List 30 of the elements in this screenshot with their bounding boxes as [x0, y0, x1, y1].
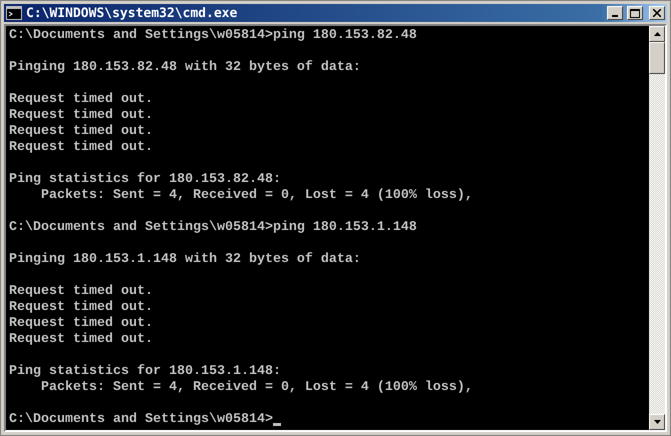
console-line: Request timed out. [9, 316, 153, 332]
scroll-thumb[interactable] [649, 42, 665, 74]
maximize-button[interactable] [627, 6, 643, 20]
close-button[interactable] [649, 6, 665, 20]
console-line: Request timed out. [9, 124, 153, 140]
close-icon [653, 9, 661, 17]
console-line: Ping statistics for 180.153.1.148: [9, 364, 281, 380]
console-line: Request timed out. [9, 300, 153, 316]
up-arrow-icon [654, 32, 660, 36]
scrollbar[interactable] [649, 26, 665, 430]
console-line: C:\Documents and Settings\w05814>ping 180.153.82.48 [9, 28, 417, 44]
window-title: C:\WINDOWS\system32\cmd.exe [26, 6, 238, 20]
scroll-up-button[interactable] [649, 26, 665, 42]
console-line: Request timed out. [9, 108, 153, 124]
maximize-icon [630, 8, 640, 18]
console-line: C:\Documents and Settings\w05814>ping 180.153.1.148 [9, 220, 417, 236]
console-line: Request timed out. [9, 140, 153, 156]
command-prompt: C:\Documents and Settings\w05814> [9, 412, 273, 428]
console-line: Packets: Sent = 4, Received = 0, Lost = 4 (100% loss), [40, 380, 473, 396]
console-icon [6, 6, 22, 20]
down-arrow-icon [654, 420, 660, 424]
scroll-down-button[interactable] [649, 414, 665, 430]
console-line: Request timed out. [9, 284, 153, 300]
console-line: Pinging 180.153.1.148 with 32 bytes of data: [9, 252, 361, 268]
console-line: Ping statistics for 180.153.82.48: [9, 172, 281, 188]
console-line: Request timed out. [9, 92, 153, 108]
minimize-button[interactable] [607, 6, 623, 20]
console-line: Packets: Sent = 4, Received = 0, Lost = 4 (100% loss), [40, 188, 473, 204]
console-line: Pinging 180.153.82.48 with 32 bytes of data: [9, 60, 361, 76]
console-line: Request timed out. [9, 332, 153, 348]
